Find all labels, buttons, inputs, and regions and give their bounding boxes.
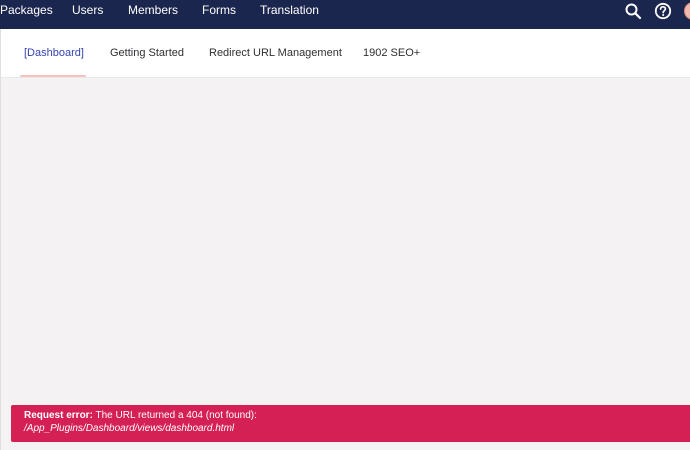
error-path: /App_Plugins/Dashboard/views/dashboard.h… — [24, 423, 235, 434]
nav-item-forms[interactable]: Forms — [202, 0, 236, 29]
search-icon[interactable] — [624, 2, 642, 20]
nav-item-packages[interactable]: Packages — [0, 0, 53, 29]
active-tab-indicator — [20, 75, 86, 77]
nav-item-members[interactable]: Members — [128, 0, 178, 29]
tab-dashboard[interactable]: [Dashboard] — [24, 29, 84, 77]
dashboard-tab-bar: [Dashboard] Getting Started Redirect URL… — [1, 29, 690, 78]
tab-redirect-url-management[interactable]: Redirect URL Management — [209, 29, 342, 77]
top-navigation-bar: Packages Users Members Forms Translation — [0, 0, 690, 29]
help-icon[interactable] — [654, 2, 672, 20]
tab-getting-started[interactable]: Getting Started — [110, 29, 184, 77]
nav-item-translation[interactable]: Translation — [260, 0, 319, 29]
error-message: The URL returned a 404 (not found): — [95, 410, 257, 421]
dashboard-content-area — [1, 78, 690, 450]
request-error-notification: Request error: The URL returned a 404 (n… — [11, 405, 690, 442]
tab-1902-seo-plus[interactable]: 1902 SEO+ — [363, 29, 420, 77]
user-avatar[interactable] — [684, 2, 690, 20]
error-title: Request error: — [24, 410, 93, 421]
nav-item-users[interactable]: Users — [72, 0, 103, 29]
